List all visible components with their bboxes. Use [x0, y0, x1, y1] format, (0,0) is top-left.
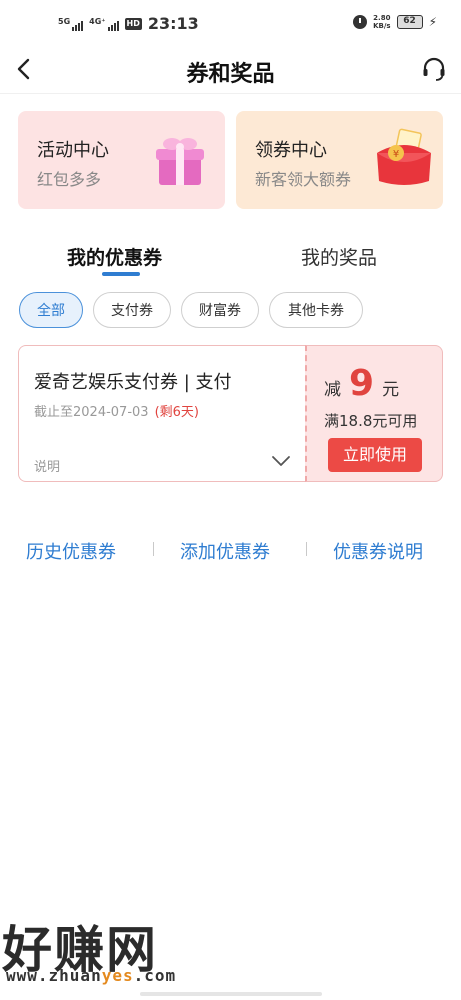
speed-unit: KB/s: [373, 22, 391, 30]
net-label-4g: 4G⁺: [89, 16, 106, 26]
coupon-center-title: 领券中心: [255, 140, 327, 161]
divider: [306, 542, 307, 556]
coupon-name: 爱奇艺娱乐支付券 | 支付: [34, 372, 232, 393]
amount-value: 9: [349, 363, 375, 404]
gift-box-icon: [156, 138, 204, 185]
filter-wealth[interactable]: 财富券: [181, 292, 259, 328]
battery-icon: 62: [396, 15, 423, 29]
filter-all[interactable]: 全部: [19, 292, 83, 328]
coupon-card: 爱奇艺娱乐支付券 | 支付 截止至2024-07-03 (剩6天) 说明 减 9 …: [18, 345, 443, 482]
watermark-url-part: .com: [133, 966, 177, 985]
alarm-icon: [353, 15, 368, 29]
watermark-url: www.zhuanyes.com: [6, 966, 176, 985]
filter-chips: 全部 支付券 财富券 其他卡券: [19, 292, 363, 328]
use-now-button[interactable]: 立即使用: [328, 438, 422, 472]
status-right: 2.80 KB/s 62 ⚡: [353, 14, 437, 30]
coupon-expire-date: 截止至2024-07-03: [34, 405, 149, 420]
coupon-value-panel: 减 9 元 满18.8元可用 立即使用: [305, 345, 443, 482]
signal-4g-icon: 4G⁺: [89, 16, 119, 31]
speed-value: 2.80: [373, 14, 391, 22]
coupon-condition: 满18.8元可用: [324, 412, 418, 430]
coupon-description-label: 说明: [34, 460, 61, 475]
tab-my-prizes[interactable]: 我的奖品: [301, 243, 377, 270]
amount-prefix: 减: [324, 380, 341, 400]
coupon-remaining-days: (剩6天): [154, 405, 199, 420]
coupon-explain-link[interactable]: 优惠券说明: [333, 538, 423, 564]
activity-center-subtitle: 红包多多: [37, 170, 102, 189]
chevron-down-icon[interactable]: [271, 454, 291, 468]
hd-icon: HD: [124, 17, 142, 30]
clock: 23:13: [147, 14, 199, 33]
history-coupons-link[interactable]: 历史优惠券: [26, 538, 116, 564]
svg-text:¥: ¥: [393, 149, 399, 160]
add-coupon-link[interactable]: 添加优惠券: [180, 538, 270, 564]
watermark-url-part: www.zhuan: [6, 966, 102, 985]
filter-payment[interactable]: 支付券: [93, 292, 171, 328]
page-title: 券和奖品: [186, 62, 275, 87]
red-envelope-icon: ¥: [377, 128, 431, 185]
header: 券和奖品: [0, 46, 461, 94]
coupon-center-subtitle: 新客领大额券: [255, 170, 352, 189]
coupon-center-card[interactable]: 领券中心 新客领大额券 ¥: [236, 111, 443, 209]
coupon-amount: 减 9 元: [324, 366, 399, 402]
filter-other-cards[interactable]: 其他卡券: [269, 292, 363, 328]
coupon-info: 爱奇艺娱乐支付券 | 支付 截止至2024-07-03 (剩6天) 说明: [18, 345, 305, 482]
divider: [153, 542, 154, 556]
customer-service-icon[interactable]: [419, 54, 449, 84]
tab-my-coupons[interactable]: 我的优惠券: [67, 243, 162, 270]
coupon-links: 历史优惠券 添加优惠券 优惠券说明: [0, 538, 461, 564]
watermark-url-highlight: yes: [101, 966, 134, 985]
home-indicator[interactable]: [140, 992, 322, 996]
tab-active-indicator: [102, 272, 140, 276]
status-left: 5G 4G⁺ HD 23:13: [58, 14, 199, 33]
network-speed: 2.80 KB/s: [373, 14, 390, 30]
signal-5g-icon: 5G: [58, 16, 84, 31]
activity-center-card[interactable]: 活动中心 红包多多: [18, 111, 225, 209]
charging-icon: ⚡: [428, 15, 437, 29]
status-bar: 5G 4G⁺ HD 23:13 2.80 KB/s 62 ⚡: [0, 0, 461, 46]
coupon-expiry: 截止至2024-07-03 (剩6天): [34, 401, 199, 420]
amount-unit: 元: [382, 380, 400, 400]
net-label-5g: 5G: [58, 16, 71, 26]
activity-center-title: 活动中心: [37, 140, 109, 161]
